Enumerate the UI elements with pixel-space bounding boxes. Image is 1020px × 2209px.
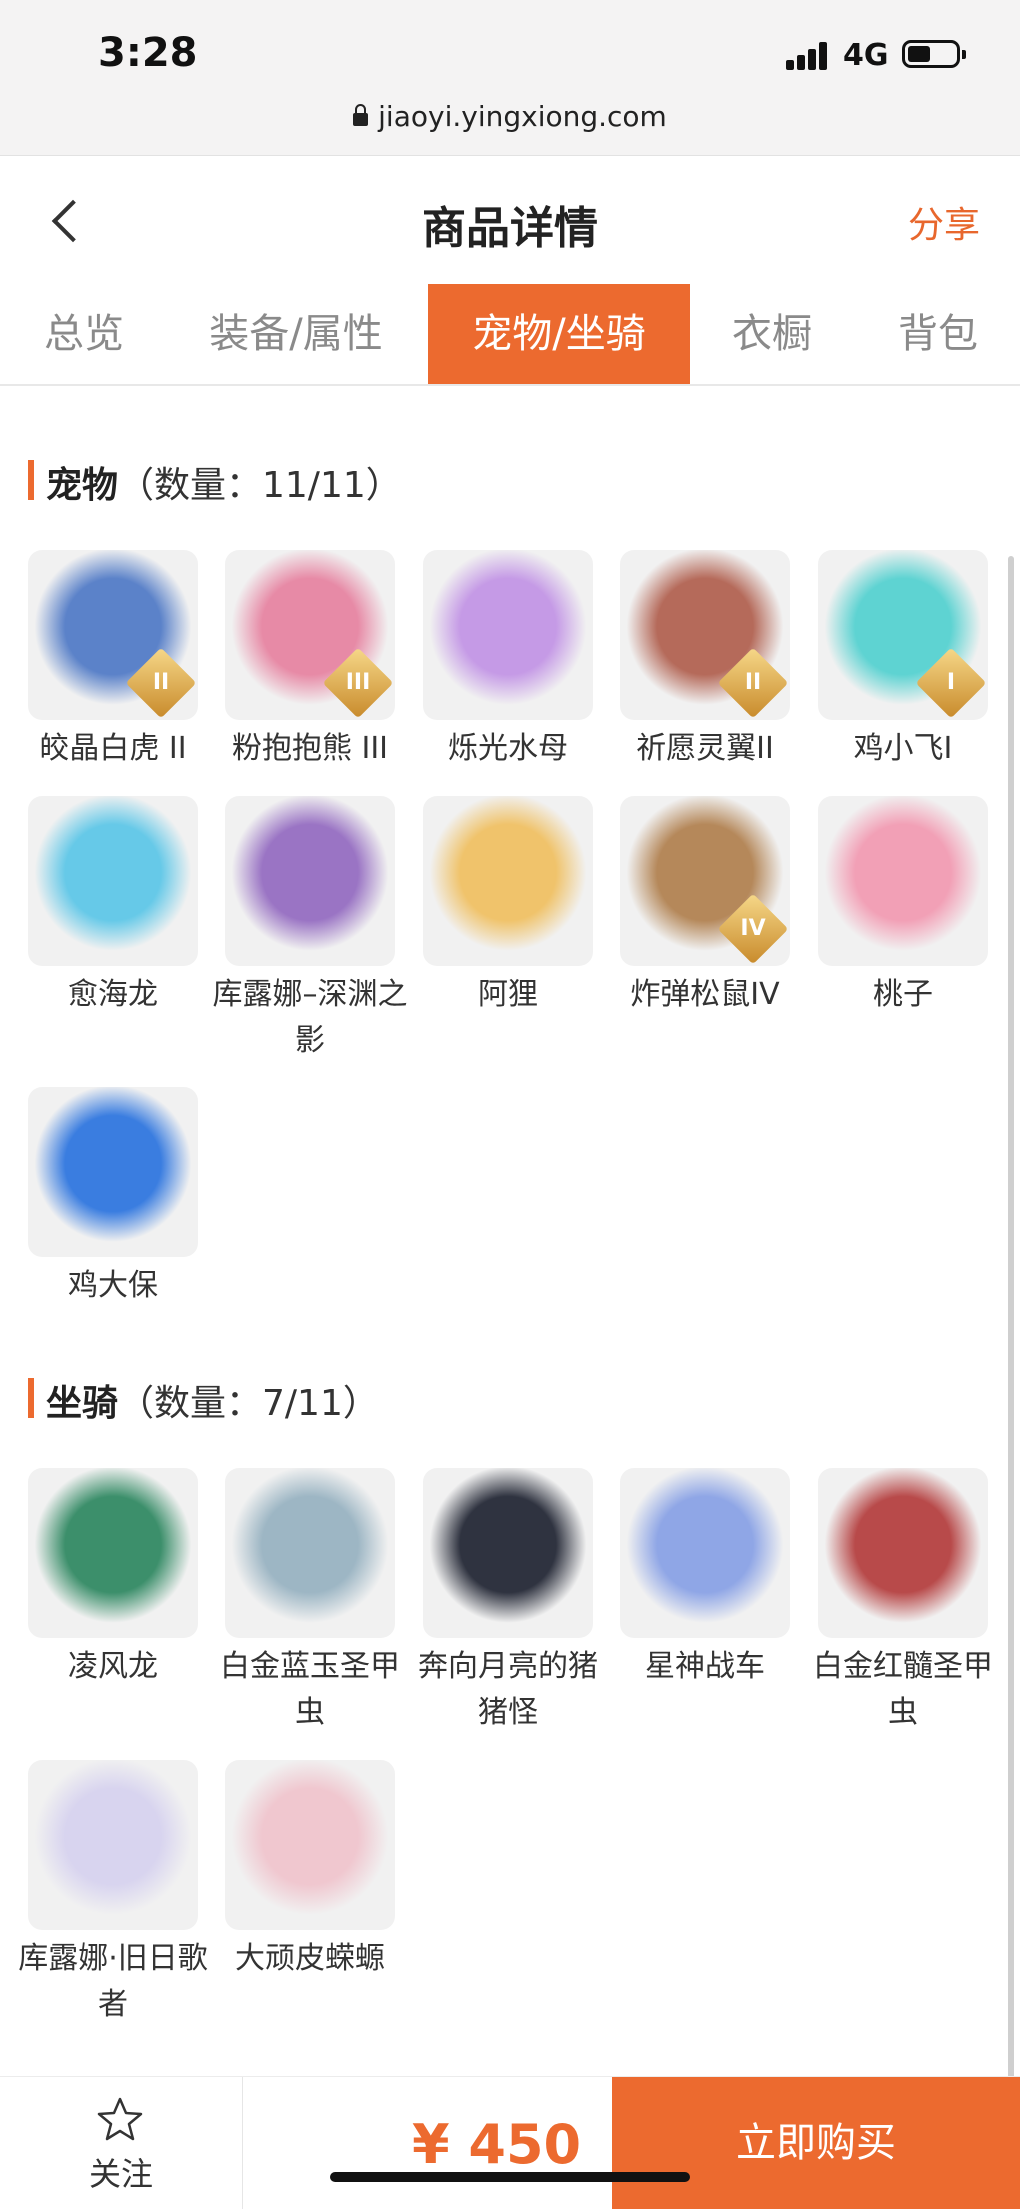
tab-equipment[interactable]: 装备/属性: [196, 284, 396, 384]
rank-label: II: [744, 670, 762, 695]
home-indicator: [330, 2172, 690, 2182]
item-thumbnail: [818, 1468, 988, 1638]
grid-item[interactable]: 大顽皮蝾螈: [225, 1760, 395, 1982]
grid-item[interactable]: II 祈愿灵翼II: [620, 550, 790, 772]
grid-item[interactable]: 烁光水母: [423, 550, 593, 772]
status-bar: 3:28 4G jiaoyi.yingxiong.com: [0, 0, 1020, 156]
grid-item[interactable]: 桃子: [818, 796, 988, 1018]
item-thumbnail: II: [28, 550, 198, 720]
item-thumbnail: [423, 1468, 593, 1638]
item-name: 炸弹松鼠IV: [630, 977, 780, 1012]
item-name: 白金红髓圣甲虫: [813, 1649, 993, 1730]
follow-label: 关注: [88, 2155, 153, 2193]
tab-wardrobe[interactable]: 衣橱: [712, 284, 832, 384]
grid-item[interactable]: 奔向月亮的猪猪怪: [418, 1468, 598, 1736]
grid-item[interactable]: 阿狸: [423, 796, 593, 1018]
grid-item[interactable]: 白金红髓圣甲虫: [813, 1468, 993, 1736]
star-icon: [97, 2097, 143, 2141]
tab-overview[interactable]: 总览: [24, 284, 144, 384]
item-thumbnail: II: [620, 550, 790, 720]
price: ¥ 450: [412, 2113, 582, 2176]
grid-item[interactable]: 库露娜·旧日歌者: [18, 1760, 208, 2028]
item-name: 库露娜·旧日歌者: [18, 1941, 208, 2022]
rank-label: III: [345, 670, 371, 695]
item-name: 皎晶白虎 II: [39, 731, 187, 766]
item-name: 鸡小飞I: [853, 731, 953, 766]
item-thumbnail: IV: [620, 796, 790, 966]
item-thumbnail: [423, 550, 593, 720]
signal-icon: [786, 42, 830, 70]
clock: 3:28: [98, 30, 198, 76]
page-title: 商品详情: [422, 203, 598, 254]
item-name: 烁光水母: [448, 731, 568, 766]
follow-button[interactable]: 关注: [0, 2077, 243, 2209]
item-name: 祈愿灵翼II: [636, 731, 774, 766]
item-thumbnail: [28, 1760, 198, 1930]
rank-label: I: [946, 670, 956, 695]
item-name: 库露娜–深渊之影: [212, 977, 408, 1058]
grid-item[interactable]: IV 炸弹松鼠IV: [620, 796, 790, 1018]
item-name: 鸡大保: [68, 1268, 158, 1303]
item-thumbnail: [225, 1760, 395, 1930]
item-thumbnail: III: [225, 550, 395, 720]
lock-icon: [353, 104, 369, 126]
share-button[interactable]: 分享: [908, 196, 980, 248]
item-thumbnail: [28, 1087, 198, 1257]
mounts-label: 坐骑: [46, 1383, 119, 1424]
item-thumbnail: [818, 796, 988, 966]
grid-item[interactable]: III 粉抱抱熊 III: [225, 550, 395, 772]
rank-label: II: [152, 670, 170, 695]
battery-icon: [902, 40, 966, 68]
grid-item[interactable]: I 鸡小飞I: [818, 550, 988, 772]
section-marker: [28, 1378, 34, 1418]
tab-pets-mounts[interactable]: 宠物/坐骑: [428, 284, 690, 384]
item-thumbnail: [620, 1468, 790, 1638]
item-thumbnail: [423, 796, 593, 966]
bottom-action-bar: 关注 ¥ 450 立即购买: [0, 2076, 1020, 2209]
section-marker: [28, 460, 34, 500]
item-name: 奔向月亮的猪猪怪: [418, 1649, 598, 1730]
item-name: 粉抱抱熊 III: [231, 731, 389, 766]
tab-backpack[interactable]: 背包: [878, 284, 998, 384]
grid-item[interactable]: 库露娜–深渊之影: [213, 796, 408, 1064]
item-thumbnail: [225, 796, 395, 966]
pets-count: （数量：11/11）: [118, 465, 402, 506]
grid-item[interactable]: 凌风龙: [28, 1468, 198, 1690]
item-thumbnail: [225, 1468, 395, 1638]
grid-item[interactable]: 星神战车: [620, 1468, 790, 1690]
url-text: jiaoyi.yingxiong.com: [378, 100, 667, 133]
grid-item[interactable]: 愈海龙: [28, 796, 198, 1018]
item-thumbnail: [28, 796, 198, 966]
scrollbar[interactable]: [1008, 556, 1014, 2136]
page-header: 商品详情 分享: [0, 156, 1020, 286]
item-name: 白金蓝玉圣甲虫: [220, 1649, 400, 1730]
grid-item[interactable]: II 皎晶白虎 II: [28, 550, 198, 772]
item-thumbnail: [28, 1468, 198, 1638]
url-bar[interactable]: jiaoyi.yingxiong.com: [0, 100, 1020, 133]
grid-item[interactable]: 鸡大保: [28, 1087, 198, 1309]
pets-label: 宠物: [46, 465, 119, 506]
rank-label: IV: [740, 916, 766, 941]
tab-bar: 总览 装备/属性 宠物/坐骑 衣橱 背包: [0, 284, 1020, 386]
item-name: 愈海龙: [68, 977, 158, 1012]
item-name: 凌风龙: [68, 1649, 158, 1684]
mounts-count: （数量：7/11）: [118, 1383, 379, 1424]
buy-now-button[interactable]: 立即购买: [612, 2077, 1020, 2209]
item-thumbnail: I: [818, 550, 988, 720]
item-name: 桃子: [873, 977, 933, 1012]
item-name: 阿狸: [478, 977, 538, 1012]
grid-item[interactable]: 白金蓝玉圣甲虫: [220, 1468, 400, 1736]
item-name: 星神战车: [645, 1649, 765, 1684]
item-name: 大顽皮蝾螈: [235, 1941, 385, 1976]
network-type: 4G: [843, 38, 889, 73]
